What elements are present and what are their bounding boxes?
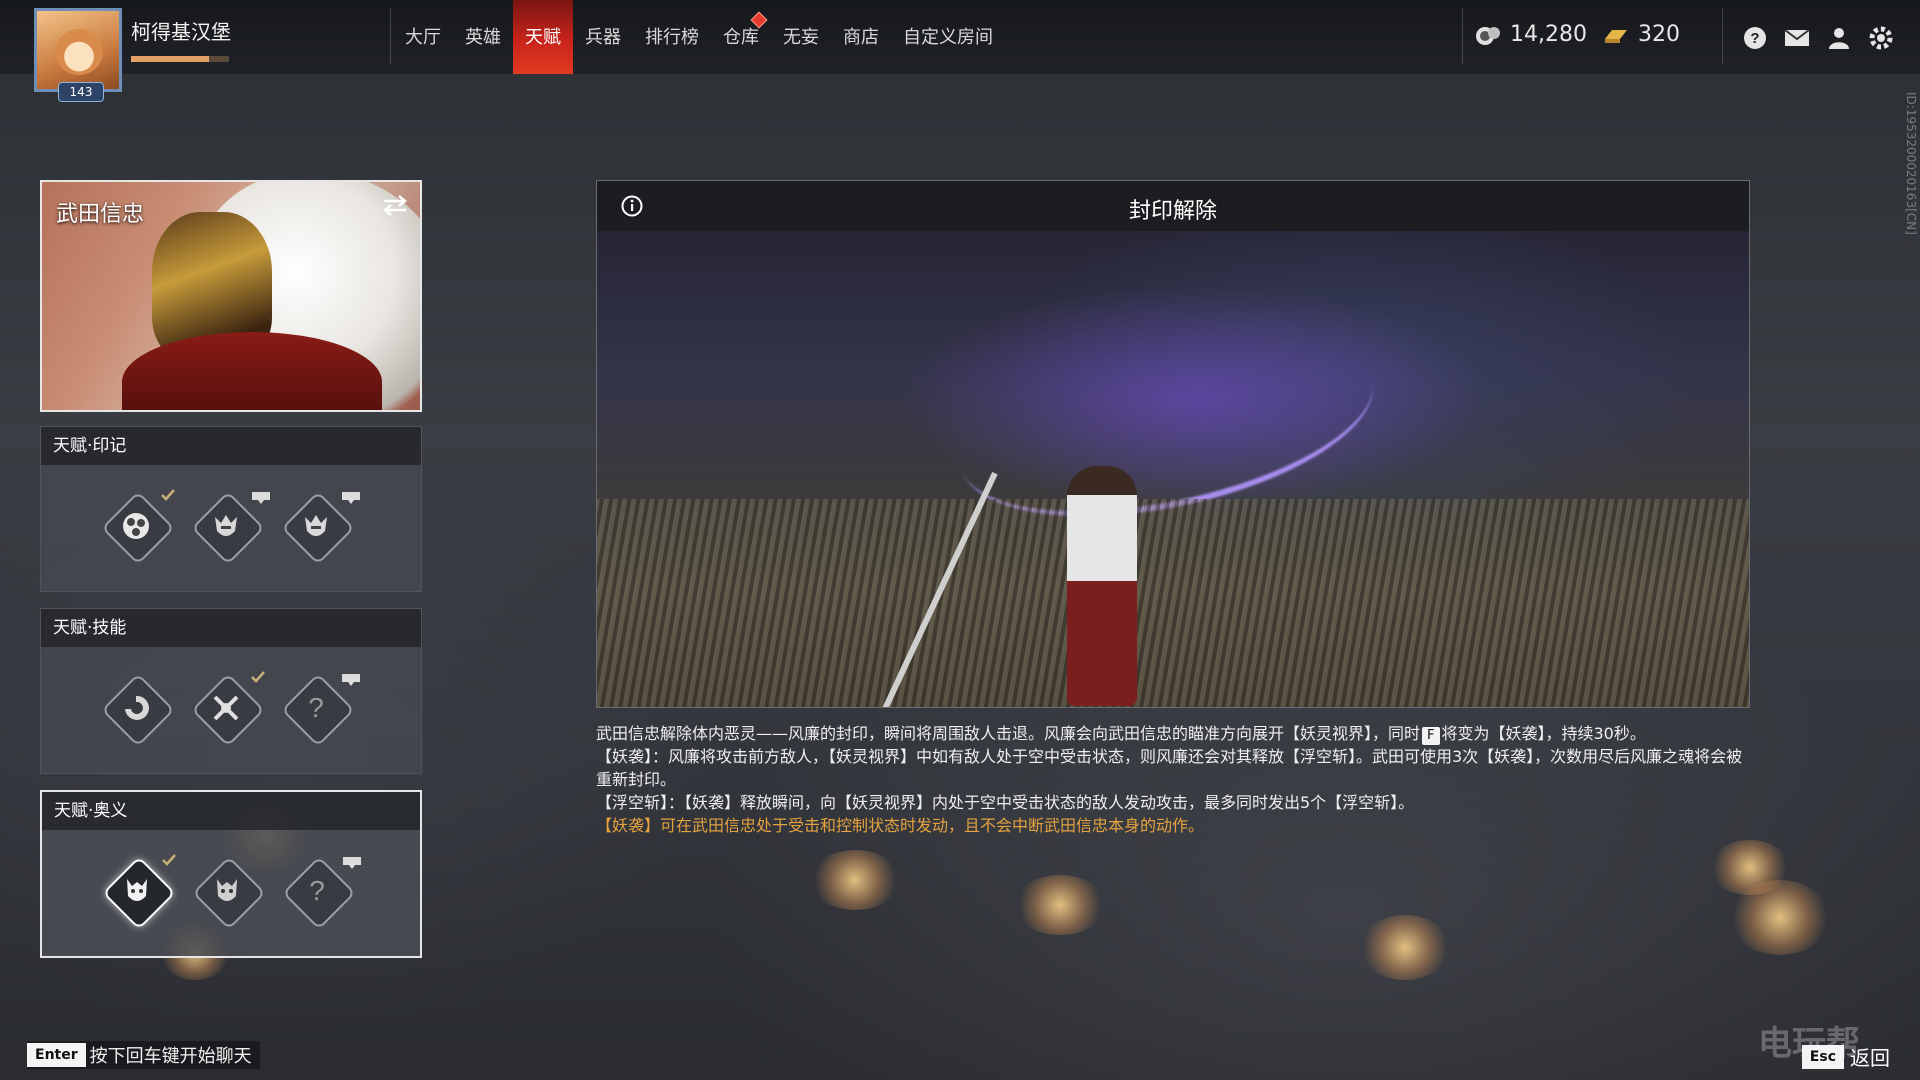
lantern-glow xyxy=(810,850,900,910)
friends-icon[interactable] xyxy=(1826,25,1852,51)
esc-key: Esc xyxy=(1801,1044,1844,1069)
check-icon xyxy=(161,489,175,501)
description-line-1: 武田信忠解除体内恶灵——风廉的封印，瞬间将周围敌人击退。风廉会向武田信忠的瞄准方… xyxy=(596,722,1756,745)
preview-video[interactable] xyxy=(597,231,1749,707)
top-bar: 143 柯得基汉堡 大厅 英雄 天赋 兵器 排行榜 仓库 无妄 商店 自定义房间… xyxy=(0,0,1920,102)
gold-currency: 320 xyxy=(1602,22,1680,47)
talent-skill-slot-2[interactable] xyxy=(191,671,265,747)
svg-text:?: ? xyxy=(1750,30,1759,47)
talent-ultimate-slot-2[interactable] xyxy=(192,856,266,930)
talent-skill-slot-3-unknown[interactable]: ? xyxy=(281,673,360,747)
talent-skill-title: 天赋·技能 xyxy=(41,609,421,647)
chat-hint[interactable]: Enter 按下回车键开始聊天 xyxy=(27,1041,260,1069)
swirl-skill-icon xyxy=(101,673,171,743)
coin-currency: 14,280 xyxy=(1474,22,1587,47)
chat-hint-text: 按下回车键开始聊天 xyxy=(89,1046,252,1067)
talent-description: 武田信忠解除体内恶灵——风廉的封印，瞬间将周围敌人击退。风廉会向武田信忠的瞄准方… xyxy=(596,722,1756,837)
gold-ingot-icon xyxy=(1605,29,1627,43)
back-label: 返回 xyxy=(1850,1046,1890,1070)
tab-talents[interactable]: 天赋 xyxy=(513,0,573,74)
swap-icon[interactable] xyxy=(382,194,408,216)
talent-mark-slot-3[interactable] xyxy=(281,491,360,565)
exp-bar xyxy=(131,56,229,62)
tab-wuwang[interactable]: 无妄 xyxy=(771,0,831,74)
check-icon xyxy=(162,854,176,866)
talent-mark-slot-2[interactable] xyxy=(191,491,270,565)
tab-heroes[interactable]: 英雄 xyxy=(453,0,513,74)
notification-dot xyxy=(750,11,768,29)
lock-icon xyxy=(252,492,270,504)
lantern-glow xyxy=(1730,880,1830,955)
talent-mark-panel: 天赋·印记 xyxy=(40,426,422,592)
back-button[interactable]: Esc 返回 xyxy=(1801,1042,1890,1071)
tab-leaderboard[interactable]: 排行榜 xyxy=(633,0,711,74)
divider xyxy=(390,8,391,64)
description-text: 将变为【妖袭】，持续30秒。 xyxy=(1441,724,1646,743)
tab-shop[interactable]: 商店 xyxy=(831,0,891,74)
talent-skill-slot-1[interactable] xyxy=(101,673,175,747)
player-avatar[interactable] xyxy=(34,8,122,92)
preview-header: 封印解除 xyxy=(597,181,1749,231)
player-level-badge: 143 xyxy=(58,82,104,102)
coin-amount: 14,280 xyxy=(1510,22,1587,47)
talent-ultimate-title: 天赋·奥义 xyxy=(42,792,420,830)
crossed-blades-icon xyxy=(191,673,261,743)
description-line-2: 【妖袭】：风廉将攻击前方敌人，【妖灵视界】中如有敌人处于空中受击状态，则风廉还会… xyxy=(596,747,1743,789)
hero-card[interactable]: 武田信忠 xyxy=(40,180,422,412)
svg-text:?: ? xyxy=(309,876,325,906)
demon-mask-icon xyxy=(192,856,262,926)
svg-text:?: ? xyxy=(308,693,324,723)
settings-icon[interactable] xyxy=(1868,25,1894,51)
lantern-glow xyxy=(1360,915,1450,980)
description-line-3: 【浮空斩】：【妖袭】释放瞬间，向【妖灵视界】内处于空中受击状态的敌人发动攻击，最… xyxy=(596,793,1415,812)
enter-key: Enter xyxy=(27,1043,86,1067)
preview-title: 封印解除 xyxy=(1128,199,1217,224)
talent-mark-title: 天赋·印记 xyxy=(41,427,421,465)
tab-weapons[interactable]: 兵器 xyxy=(573,0,633,74)
lock-icon xyxy=(342,492,360,504)
tab-lobby[interactable]: 大厅 xyxy=(393,0,453,74)
lock-icon xyxy=(343,857,361,869)
gold-amount: 320 xyxy=(1638,22,1680,47)
key-f: F xyxy=(1422,727,1440,745)
lantern-glow xyxy=(1015,875,1105,935)
server-id: ID:1953200020163[CN] xyxy=(1904,92,1918,235)
talent-ultimate-slot-3-unknown[interactable]: ? xyxy=(282,856,361,930)
tomoe-icon xyxy=(101,491,171,561)
help-icon[interactable]: ? xyxy=(1742,25,1768,51)
tab-warehouse[interactable]: 仓库 xyxy=(711,0,771,74)
divider xyxy=(1462,8,1463,64)
demon-mask-icon xyxy=(102,856,172,926)
talent-preview-panel: 封印解除 xyxy=(596,180,1750,708)
lock-icon xyxy=(342,674,360,686)
coin-icon xyxy=(1476,26,1500,45)
check-icon xyxy=(251,671,265,683)
description-line-4: 【妖袭】可在武田信忠处于受击和控制状态时发动，且不会中断武田信忠本身的动作。 xyxy=(596,816,1205,835)
divider xyxy=(1722,8,1723,64)
tab-warehouse-label: 仓库 xyxy=(723,27,759,48)
talent-skill-panel: 天赋·技能 ? xyxy=(40,608,422,774)
talent-mark-slot-1[interactable] xyxy=(101,489,175,565)
talent-ultimate-slot-1[interactable] xyxy=(102,854,176,930)
player-name: 柯得基汉堡 xyxy=(131,20,231,44)
description-text: 武田信忠解除体内恶灵——风廉的封印，瞬间将周围敌人击退。风廉会向武田信忠的瞄准方… xyxy=(596,724,1421,743)
main-nav: 大厅 英雄 天赋 兵器 排行榜 仓库 无妄 商店 自定义房间 xyxy=(393,0,1005,74)
hero-name: 武田信忠 xyxy=(56,202,145,227)
talent-ultimate-panel: 天赋·奥义 ? xyxy=(40,790,422,958)
tab-custom-room[interactable]: 自定义房间 xyxy=(891,0,1005,74)
mail-icon[interactable] xyxy=(1784,25,1810,51)
